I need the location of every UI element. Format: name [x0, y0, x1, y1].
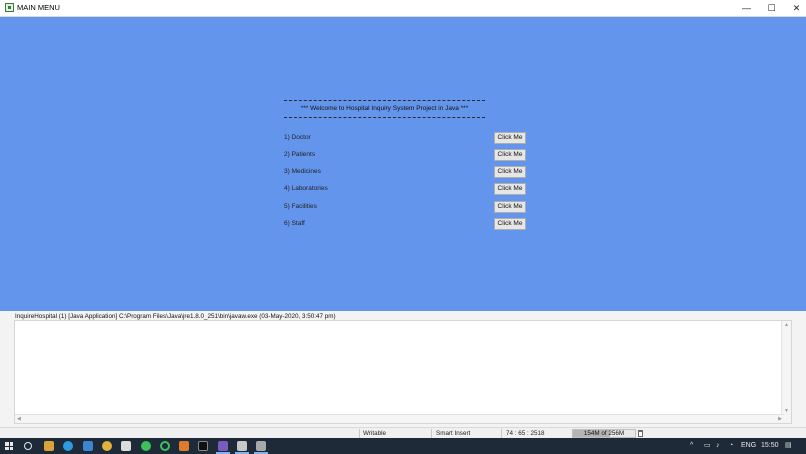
laboratories-button[interactable]: Click Me: [494, 183, 526, 195]
welcome-message: *** Welcome to Hospital Inquiry System P…: [300, 105, 469, 112]
file-explorer-icon[interactable]: [44, 441, 54, 451]
patients-button[interactable]: Click Me: [494, 149, 526, 161]
maximize-button[interactable]: ☐: [759, 0, 784, 16]
chrome-icon[interactable]: [102, 441, 112, 451]
status-cursor-position: 74 : 65 : 2518: [506, 430, 545, 437]
scroll-left-icon[interactable]: ◀: [17, 416, 21, 422]
notifications-icon[interactable]: ▤: [785, 440, 792, 452]
app-orange-icon[interactable]: [179, 441, 189, 451]
store-icon[interactable]: [121, 441, 131, 451]
edge-browser-icon[interactable]: [63, 441, 73, 451]
console-horizontal-scrollbar[interactable]: ◀ ▶: [15, 414, 784, 423]
scroll-down-icon[interactable]: ▼: [784, 408, 789, 414]
whatsapp-icon[interactable]: [141, 441, 151, 451]
heap-usage-text: 154M of 256M: [583, 430, 625, 437]
window-title: MAIN MENU: [17, 3, 60, 12]
top-divider: [284, 100, 485, 101]
windows-start-icon[interactable]: [5, 442, 13, 450]
main-menu-window: MAIN MENU — ☐ ✕ *** Welcome to Hospital …: [0, 0, 806, 311]
menu-label-medicines: 3) Medicines: [284, 168, 321, 175]
battery-icon[interactable]: ▭: [704, 440, 711, 452]
mail-icon[interactable]: [83, 441, 93, 451]
status-separator: [501, 429, 502, 438]
eclipse-icon[interactable]: [218, 441, 228, 451]
garbage-collect-icon[interactable]: [638, 430, 643, 437]
java-app-icon: [5, 3, 14, 12]
facilities-button[interactable]: Click Me: [494, 201, 526, 213]
menu-label-staff: 6) Staff: [284, 220, 305, 227]
menu-label-doctor: 1) Doctor: [284, 134, 311, 141]
terminal-icon[interactable]: [198, 441, 208, 451]
doctor-button[interactable]: Click Me: [494, 132, 526, 144]
heap-status: 154M of 256M: [572, 429, 636, 438]
close-button[interactable]: ✕: [784, 0, 806, 16]
scroll-right-icon[interactable]: ▶: [778, 416, 782, 422]
menu-label-patients: 2) Patients: [284, 151, 316, 158]
console-vertical-scrollbar[interactable]: ▲ ▼: [781, 321, 791, 423]
volume-icon[interactable]: ♪: [716, 440, 720, 452]
menu-label-facilities: 5) Facilities: [284, 203, 317, 210]
java-app-taskbar-icon[interactable]: [237, 441, 247, 451]
medicines-button[interactable]: Click Me: [494, 166, 526, 178]
menu-label-laboratories: 4) Laboratories: [284, 185, 328, 192]
status-separator: [431, 429, 432, 438]
language-indicator[interactable]: ENG: [741, 440, 756, 452]
java-window-taskbar-icon[interactable]: [256, 441, 266, 451]
minimize-button[interactable]: —: [734, 0, 759, 16]
network-icon[interactable]: ◔: [729, 440, 733, 452]
windows-taskbar: ^ ▭ ♪ ◔ ENG 15:50 ▤: [0, 438, 806, 454]
console-output[interactable]: ▲ ▼ ◀ ▶: [14, 320, 792, 424]
scroll-up-icon[interactable]: ▲: [784, 322, 789, 328]
title-bar[interactable]: MAIN MENU — ☐ ✕: [0, 0, 806, 17]
status-separator: [359, 429, 360, 438]
search-icon[interactable]: [24, 442, 32, 450]
app-ring-icon[interactable]: [160, 441, 170, 451]
menu-panel: *** Welcome to Hospital Inquiry System P…: [0, 16, 806, 311]
tray-chevron-icon[interactable]: ^: [690, 440, 693, 452]
clock[interactable]: 15:50: [761, 440, 779, 452]
bottom-divider: [284, 117, 485, 118]
status-insert-mode: Smart Insert: [436, 430, 471, 437]
staff-button[interactable]: Click Me: [494, 218, 526, 230]
status-mode: Writable: [363, 430, 386, 437]
